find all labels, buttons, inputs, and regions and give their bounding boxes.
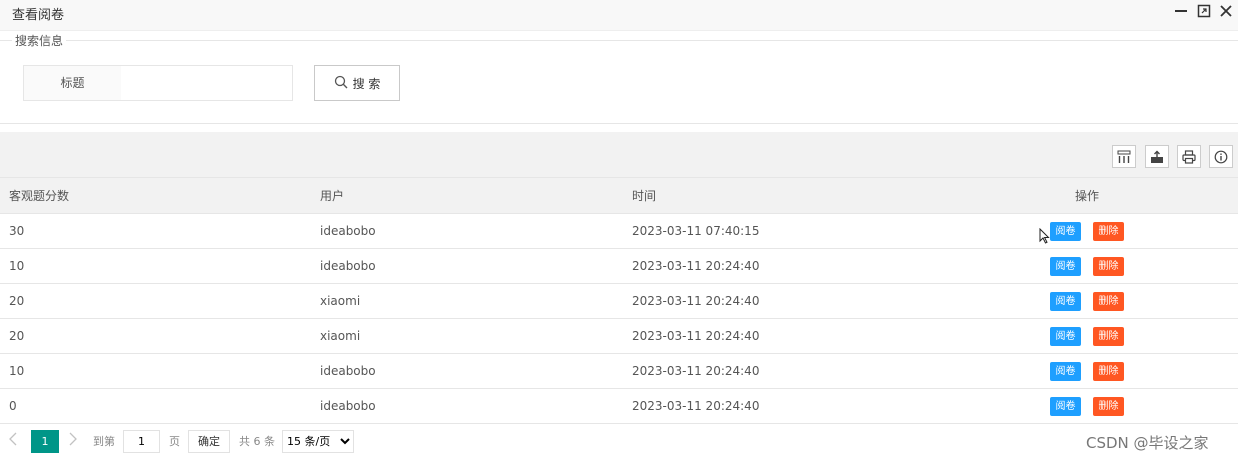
pagination: 1 到第 页 确定 共 6 条 15 条/页: [0, 423, 1238, 461]
time-cell: 2023-03-11 07:40:15: [632, 224, 760, 238]
time-cell: 2023-03-11 20:24:40: [632, 399, 760, 413]
view-paper-button[interactable]: 阅卷: [1050, 222, 1081, 241]
time-cell: 2023-03-11 20:24:40: [632, 364, 760, 378]
table-row: 20 xiaomi 2023-03-11 20:24:40 阅卷 删除: [0, 319, 1238, 354]
table-row: 0 ideabobo 2023-03-11 20:24:40 阅卷 删除: [0, 389, 1238, 424]
search-button-label: 搜 索: [352, 76, 381, 91]
delete-button[interactable]: 删除: [1093, 222, 1124, 241]
time-cell: 2023-03-11 20:24:40: [632, 259, 760, 273]
minimize-icon[interactable]: [1173, 4, 1189, 20]
user-cell: ideabobo: [320, 364, 376, 378]
page-unit-label: 页: [169, 435, 180, 448]
score-cell: 20: [9, 294, 25, 308]
view-paper-button[interactable]: 阅卷: [1050, 362, 1081, 381]
columns-icon[interactable]: [1112, 145, 1136, 168]
delete-button[interactable]: 删除: [1093, 397, 1124, 416]
goto-page-input[interactable]: [123, 430, 160, 453]
table-row: 20 xiaomi 2023-03-11 20:24:40 阅卷 删除: [0, 284, 1238, 319]
title-field-label: 标题: [23, 65, 122, 101]
table-row: 10 ideabobo 2023-03-11 20:24:40 阅卷 删除: [0, 354, 1238, 389]
score-cell: 20: [9, 329, 25, 343]
user-cell: ideabobo: [320, 224, 376, 238]
close-icon[interactable]: [1218, 4, 1234, 20]
time-cell: 2023-03-11 20:24:40: [632, 329, 760, 343]
user-cell: ideabobo: [320, 399, 376, 413]
score-cell: 10: [9, 259, 25, 273]
column-header-time: 时间: [632, 189, 657, 203]
score-cell: 30: [9, 224, 25, 238]
window-titlebar: 查看阅卷: [0, 0, 1238, 31]
goto-label: 到第: [93, 435, 115, 448]
column-header-score: 客观题分数: [9, 189, 70, 203]
info-icon[interactable]: [1209, 145, 1233, 168]
mouse-cursor-icon: [1039, 227, 1050, 247]
view-paper-button[interactable]: 阅卷: [1050, 257, 1081, 276]
view-paper-button[interactable]: 阅卷: [1050, 327, 1081, 346]
time-cell: 2023-03-11 20:24:40: [632, 294, 760, 308]
column-header-actions: 操作: [1075, 189, 1100, 203]
search-button[interactable]: 搜 索: [314, 65, 400, 101]
prev-page-icon[interactable]: [9, 432, 17, 450]
maximize-icon[interactable]: [1196, 4, 1212, 20]
delete-button[interactable]: 删除: [1093, 327, 1124, 346]
user-cell: xiaomi: [320, 329, 361, 343]
table-row: 10 ideabobo 2023-03-11 20:24:40 阅卷 删除: [0, 249, 1238, 284]
search-icon: [334, 75, 348, 92]
page-size-select[interactable]: 15 条/页: [282, 430, 354, 453]
confirm-page-button[interactable]: 确定: [188, 430, 230, 453]
score-cell: 10: [9, 364, 25, 378]
csdn-watermark: CSDN @毕设之家: [1086, 434, 1209, 452]
current-page-button[interactable]: 1: [31, 430, 59, 453]
view-paper-button[interactable]: 阅卷: [1050, 397, 1081, 416]
delete-button[interactable]: 删除: [1093, 257, 1124, 276]
title-search-input[interactable]: [121, 65, 293, 101]
search-legend: 搜索信息: [12, 32, 67, 49]
export-icon[interactable]: [1145, 145, 1169, 168]
table-row: 30 ideabobo 2023-03-11 07:40:15 阅卷 删除: [0, 214, 1238, 249]
table-toolbar: [0, 132, 1238, 178]
score-cell: 0: [9, 399, 17, 413]
total-count-label: 共 6 条: [239, 435, 275, 448]
user-cell: ideabobo: [320, 259, 376, 273]
table-header: 客观题分数 用户 时间 操作: [0, 178, 1238, 214]
print-icon[interactable]: [1177, 145, 1201, 168]
user-cell: xiaomi: [320, 294, 361, 308]
delete-button[interactable]: 删除: [1093, 362, 1124, 381]
column-header-user: 用户: [320, 189, 345, 203]
next-page-icon[interactable]: [69, 432, 77, 450]
window-title: 查看阅卷: [12, 8, 65, 23]
view-paper-button[interactable]: 阅卷: [1050, 292, 1081, 311]
delete-button[interactable]: 删除: [1093, 292, 1124, 311]
